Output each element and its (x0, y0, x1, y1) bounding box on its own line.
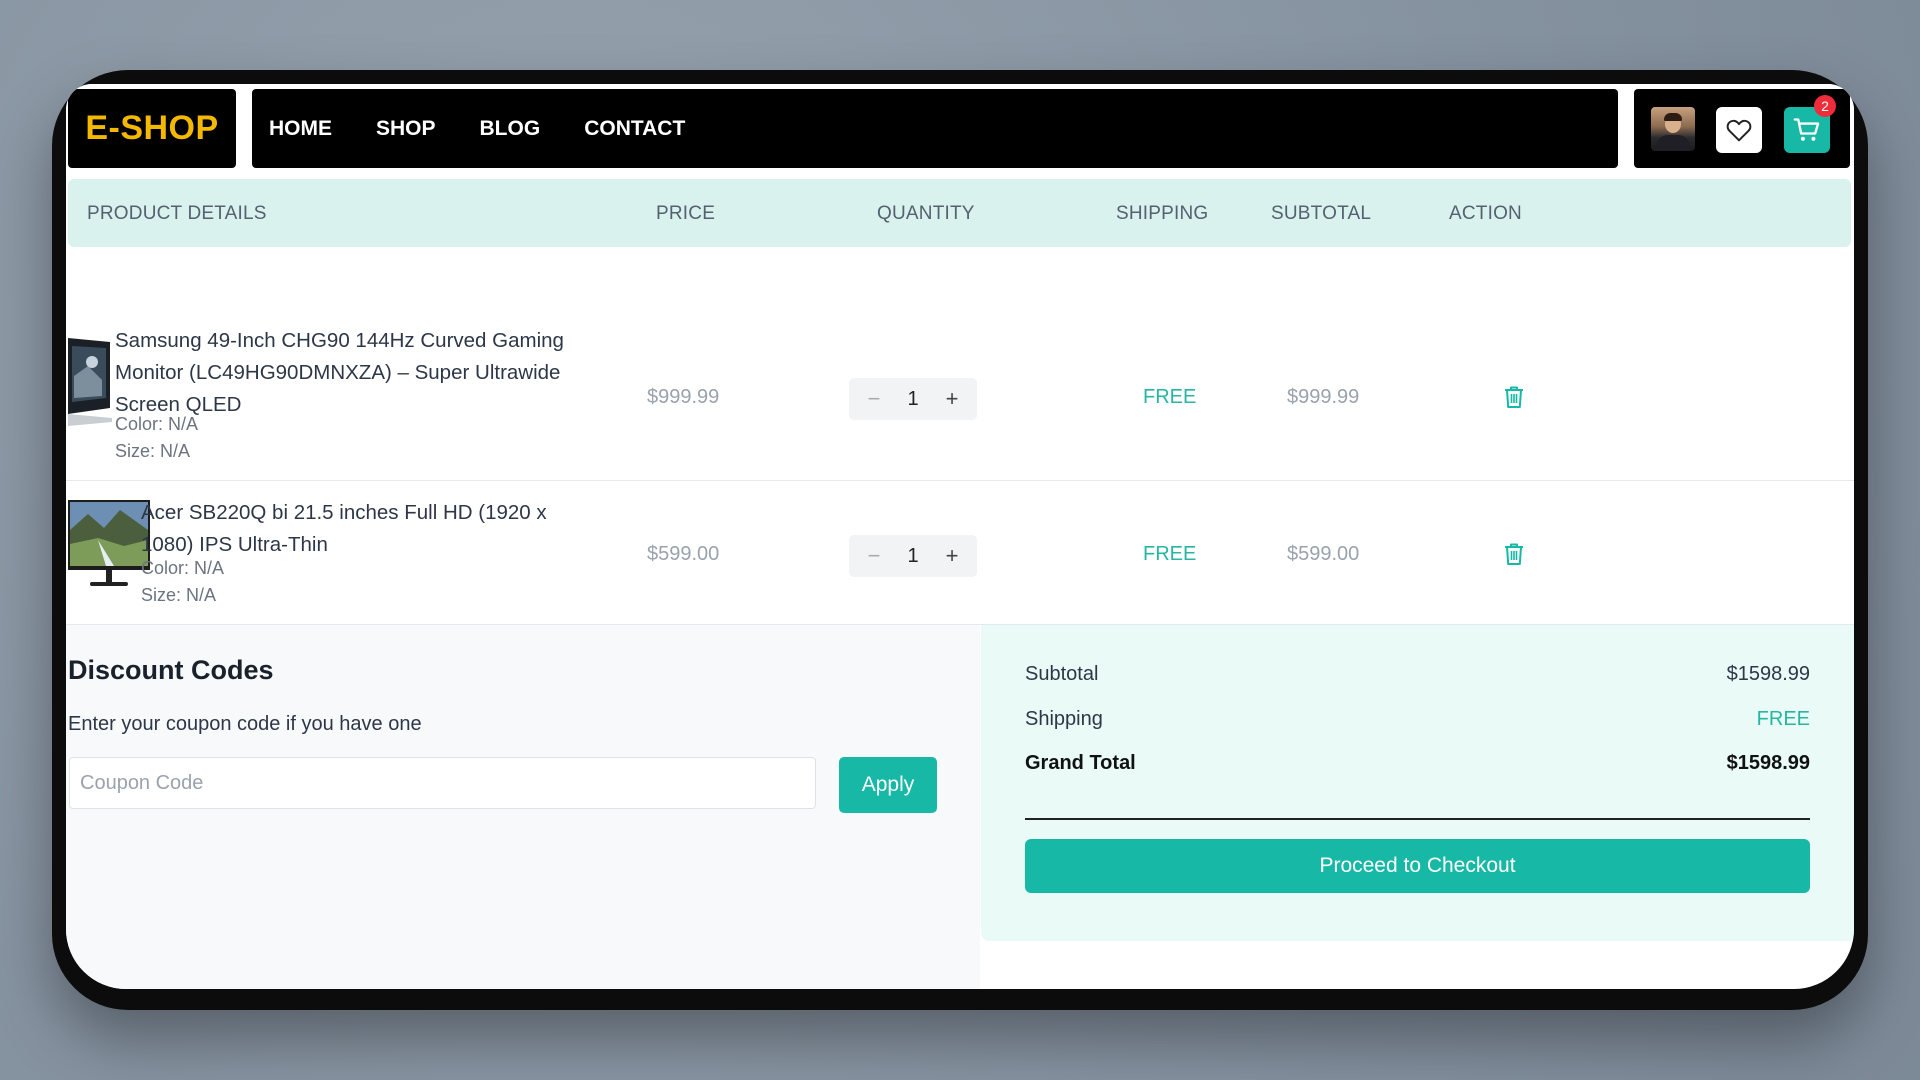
summary-subtotal-value: $1598.99 (1726, 663, 1810, 685)
col-product-details: PRODUCT DETAILS (87, 203, 267, 224)
coupon-code-input[interactable] (69, 757, 816, 809)
product-image-samsung[interactable] (68, 336, 118, 432)
top-header: E-SHOP HOME SHOP BLOG CONTACT 2 (66, 84, 1854, 176)
cart-count-badge: 2 (1814, 95, 1836, 117)
product-name-line: Acer SB220Q bi 21.5 inches Full HD (1920… (141, 501, 547, 524)
wishlist-button[interactable] (1716, 107, 1762, 153)
heart-icon (1726, 119, 1752, 142)
product-name[interactable]: Acer SB220Q bi 21.5 inches Full HD (1920… (141, 497, 547, 561)
product-name[interactable]: Samsung 49-Inch CHG90 144Hz Curved Gamin… (115, 325, 564, 421)
decrease-quantity-button[interactable]: − (861, 386, 887, 412)
product-size: Size: N/A (115, 441, 191, 461)
order-summary: Subtotal $1598.99 Shipping FREE Grand To… (981, 625, 1854, 941)
col-price: PRICE (656, 203, 716, 224)
nav-home[interactable]: HOME (269, 117, 332, 141)
nav-contact[interactable]: CONTACT (584, 117, 685, 141)
product-size: Size: N/A (141, 585, 217, 605)
summary-shipping-value: FREE (1756, 708, 1810, 730)
monitor-thumbnail-icon (68, 338, 112, 426)
trash-icon[interactable] (1503, 542, 1525, 566)
grand-total-value: $1598.99 (1726, 752, 1810, 774)
product-color: Color: N/A (141, 558, 225, 578)
header-actions: 2 (1634, 89, 1850, 168)
grand-total-label: Grand Total (1025, 752, 1136, 774)
site-logo[interactable]: E-SHOP (85, 109, 218, 148)
proceed-to-checkout-button[interactable]: Proceed to Checkout (1025, 839, 1810, 893)
product-name-line: Monitor (LC49HG90DMNXZA) – Super Ultrawi… (115, 361, 561, 384)
trash-icon[interactable] (1503, 385, 1525, 409)
nav-blog[interactable]: BLOG (480, 117, 541, 141)
discount-subtitle: Enter your coupon code if you have one (68, 713, 422, 735)
table-row: Acer SB220Q bi 21.5 inches Full HD (1920… (66, 481, 1854, 625)
increase-quantity-button[interactable]: + (939, 543, 965, 569)
col-quantity: QUANTITY (877, 203, 975, 224)
col-subtotal: SUBTOTAL (1271, 203, 1372, 224)
monitor-thumbnail-icon (68, 500, 150, 586)
app-screen: E-SHOP HOME SHOP BLOG CONTACT 2 PRODUCT … (66, 84, 1854, 989)
shipping-status: FREE (1143, 386, 1197, 408)
quantity-stepper: − 1 + (849, 378, 977, 420)
product-price: $599.00 (647, 543, 720, 565)
decrease-quantity-button[interactable]: − (861, 543, 887, 569)
col-action: ACTION (1449, 203, 1522, 224)
logo-container[interactable]: E-SHOP (68, 89, 236, 168)
product-price: $999.99 (647, 386, 720, 408)
col-shipping: SHIPPING (1116, 203, 1209, 224)
summary-subtotal-label: Subtotal (1025, 663, 1099, 685)
avatar-hair-shape (1664, 113, 1682, 121)
quantity-value[interactable]: 1 (907, 545, 918, 568)
cart-icon (1793, 118, 1820, 141)
main-nav: HOME SHOP BLOG CONTACT (252, 89, 1618, 168)
increase-quantity-button[interactable]: + (939, 386, 965, 412)
product-color: Color: N/A (115, 414, 199, 434)
avatar-body-shape (1656, 135, 1690, 151)
product-image-acer[interactable] (68, 500, 150, 588)
user-avatar[interactable] (1651, 107, 1695, 151)
product-name-line: 1080) IPS Ultra-Thin (141, 533, 328, 556)
quantity-stepper: − 1 + (849, 535, 977, 577)
quantity-value[interactable]: 1 (907, 388, 918, 411)
summary-shipping-label: Shipping (1025, 708, 1103, 730)
discount-title: Discount Codes (68, 655, 274, 685)
table-row: Samsung 49-Inch CHG90 144Hz Curved Gamin… (66, 280, 1854, 481)
row-subtotal: $999.99 (1287, 386, 1360, 408)
product-name-line: Samsung 49-Inch CHG90 144Hz Curved Gamin… (115, 329, 564, 352)
nav-shop[interactable]: SHOP (376, 117, 436, 141)
cart-table-header: PRODUCT DETAILS PRICE QUANTITY SHIPPING … (68, 179, 1851, 247)
discount-section: Discount Codes Enter your coupon code if… (66, 625, 980, 989)
shipping-status: FREE (1143, 543, 1197, 565)
row-subtotal: $599.00 (1287, 543, 1360, 565)
apply-coupon-button[interactable]: Apply (839, 757, 937, 813)
summary-divider (1025, 818, 1810, 820)
